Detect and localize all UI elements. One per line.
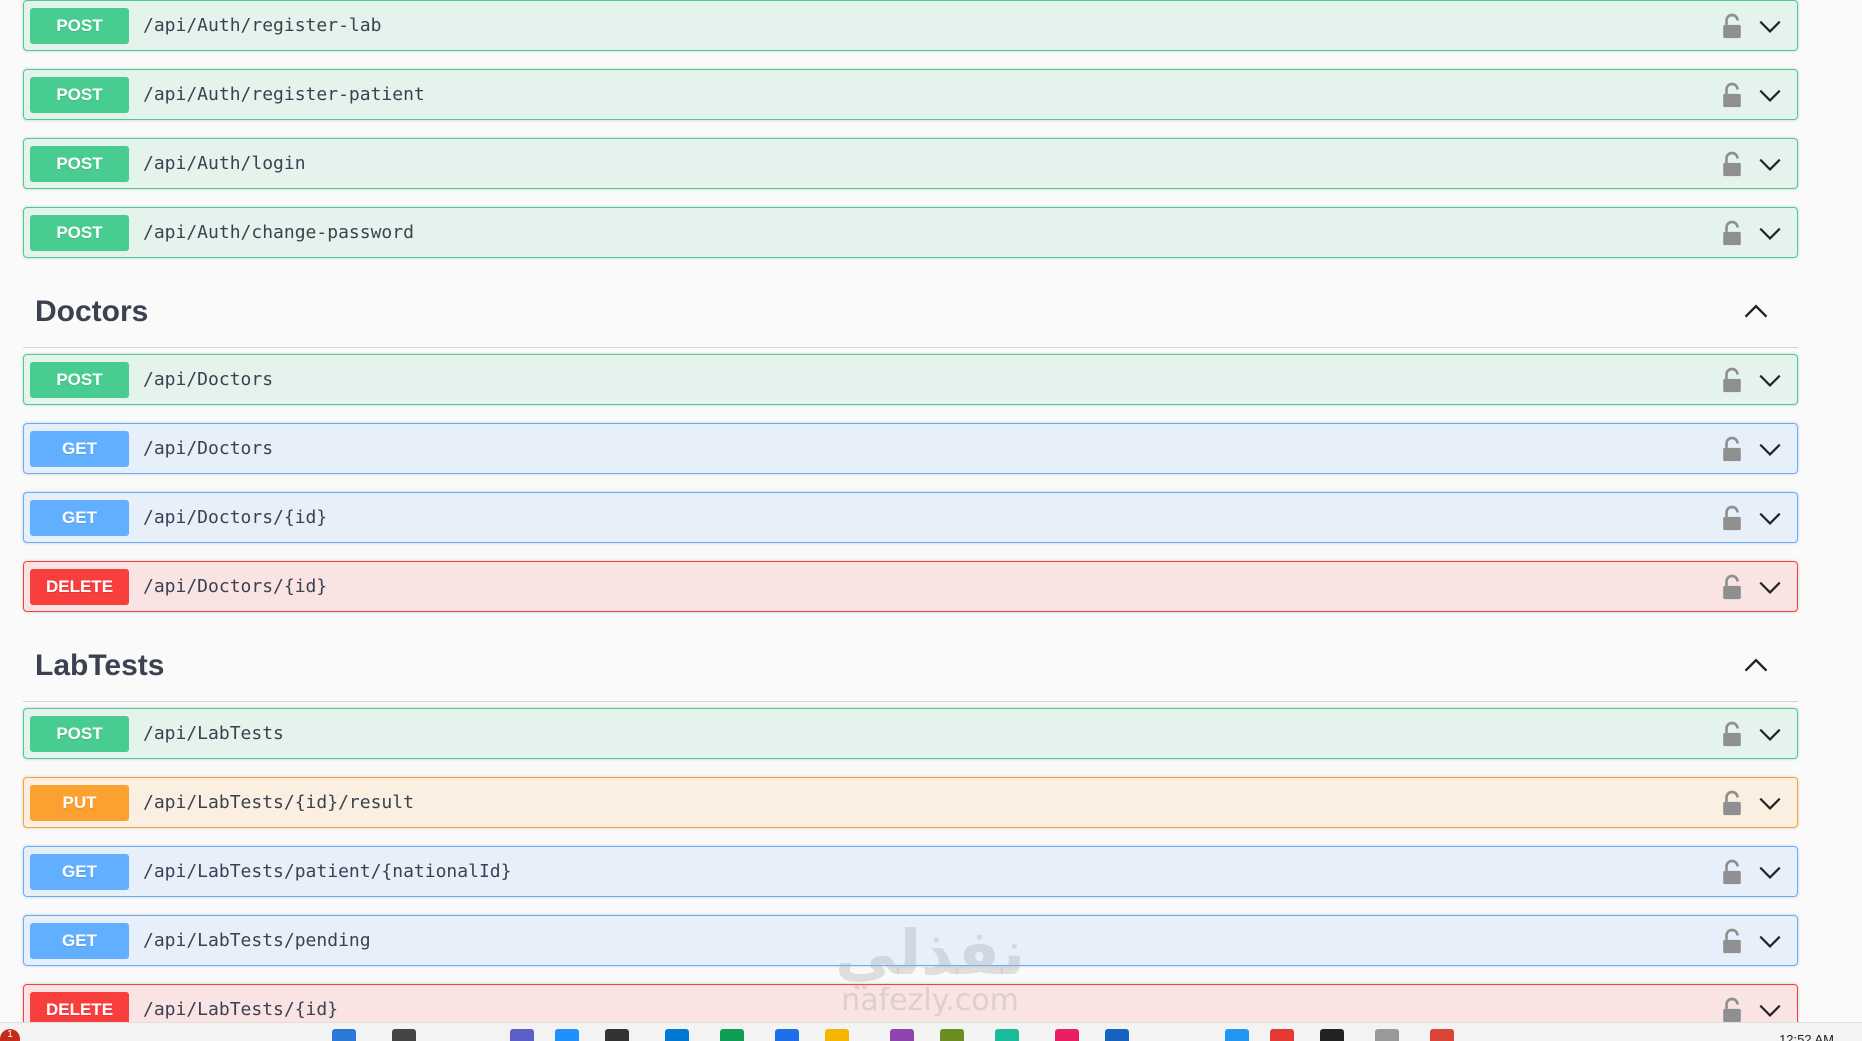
app-icon[interactable] bbox=[1270, 1029, 1294, 1041]
taskbar: 1 12:52 AM bbox=[0, 1022, 1862, 1041]
teams-icon[interactable] bbox=[510, 1029, 534, 1041]
lock-icon[interactable] bbox=[1721, 858, 1743, 886]
operation-row[interactable]: GET/api/LabTests/pending bbox=[23, 915, 1798, 966]
chevron-down-icon[interactable] bbox=[1757, 82, 1783, 108]
method-badge: PUT bbox=[30, 784, 129, 821]
lock-icon[interactable] bbox=[1721, 219, 1743, 247]
app-icon[interactable] bbox=[1375, 1029, 1399, 1041]
terminal-icon[interactable] bbox=[1320, 1029, 1344, 1041]
chevron-up-icon[interactable] bbox=[1742, 652, 1770, 680]
operation-row[interactable]: GET/api/Doctors/{id} bbox=[23, 492, 1798, 543]
outlook-icon[interactable] bbox=[1105, 1029, 1129, 1041]
chevron-down-icon[interactable] bbox=[1757, 721, 1783, 747]
explorer-icon[interactable] bbox=[825, 1029, 849, 1041]
operation-path: /api/Auth/change-password bbox=[143, 222, 414, 243]
method-badge: POST bbox=[30, 145, 129, 182]
lock-icon[interactable] bbox=[1721, 720, 1743, 748]
operation-path: /api/LabTests/patient/{nationalId} bbox=[143, 861, 512, 882]
operation-path: /api/Auth/register-patient bbox=[143, 84, 425, 105]
method-badge: POST bbox=[30, 214, 129, 251]
swagger-page: POST/api/Auth/register-lab POST/api/Auth/… bbox=[0, 0, 1862, 1041]
method-badge: GET bbox=[30, 499, 129, 536]
operation-path: /api/LabTests/{id}/result bbox=[143, 792, 414, 813]
method-badge: POST bbox=[30, 715, 129, 752]
chevron-down-icon[interactable] bbox=[1757, 436, 1783, 462]
chevron-down-icon[interactable] bbox=[1757, 790, 1783, 816]
operation-row[interactable]: POST/api/Auth/change-password bbox=[23, 207, 1798, 258]
lock-icon[interactable] bbox=[1721, 12, 1743, 40]
operation-path: /api/Auth/login bbox=[143, 153, 306, 174]
operation-path: /api/Doctors/{id} bbox=[143, 576, 328, 597]
operation-row[interactable]: PUT/api/LabTests/{id}/result bbox=[23, 777, 1798, 828]
operation-row[interactable]: GET/api/LabTests/patient/{nationalId} bbox=[23, 846, 1798, 897]
chevron-down-icon[interactable] bbox=[1757, 13, 1783, 39]
vscode-icon[interactable] bbox=[1225, 1029, 1249, 1041]
edge-icon[interactable] bbox=[665, 1029, 689, 1041]
search-icon[interactable] bbox=[392, 1029, 416, 1041]
operation-path: /api/Doctors bbox=[143, 369, 274, 390]
operation-row[interactable]: POST/api/Auth/login bbox=[23, 138, 1798, 189]
chevron-down-icon[interactable] bbox=[1757, 997, 1783, 1023]
chevron-down-icon[interactable] bbox=[1757, 151, 1783, 177]
method-badge: POST bbox=[30, 76, 129, 113]
lock-icon[interactable] bbox=[1721, 789, 1743, 817]
start-icon[interactable] bbox=[332, 1029, 356, 1041]
method-badge: GET bbox=[30, 853, 129, 890]
lock-icon[interactable] bbox=[1721, 366, 1743, 394]
chevron-down-icon[interactable] bbox=[1757, 505, 1783, 531]
operation-path: /api/LabTests/pending bbox=[143, 930, 371, 951]
whatsapp-icon[interactable] bbox=[720, 1029, 744, 1041]
store-icon[interactable] bbox=[775, 1029, 799, 1041]
notification-badge[interactable]: 1 bbox=[0, 1029, 20, 1041]
app-icon[interactable] bbox=[995, 1029, 1019, 1041]
app-icon[interactable] bbox=[890, 1029, 914, 1041]
operation-path: /api/Doctors bbox=[143, 438, 274, 459]
taskbar-clock[interactable]: 12:52 AM bbox=[1779, 1032, 1834, 1041]
operations-list: POST/api/Auth/register-lab POST/api/Auth/… bbox=[23, 0, 1798, 1041]
lock-icon[interactable] bbox=[1721, 927, 1743, 955]
operation-path: /api/Doctors/{id} bbox=[143, 507, 328, 528]
method-badge: DELETE bbox=[30, 568, 129, 605]
method-badge: GET bbox=[30, 430, 129, 467]
method-badge: GET bbox=[30, 922, 129, 959]
lock-icon[interactable] bbox=[1721, 573, 1743, 601]
app-icon[interactable] bbox=[605, 1029, 629, 1041]
chevron-up-icon[interactable] bbox=[1742, 298, 1770, 326]
operation-row[interactable]: POST/api/Auth/register-patient bbox=[23, 69, 1798, 120]
tag-header-doctors[interactable]: Doctors bbox=[23, 276, 1798, 348]
operation-row[interactable]: POST/api/Auth/register-lab bbox=[23, 0, 1798, 51]
operation-row[interactable]: POST/api/Doctors bbox=[23, 354, 1798, 405]
chevron-down-icon[interactable] bbox=[1757, 859, 1783, 885]
lock-icon[interactable] bbox=[1721, 81, 1743, 109]
tag-title: LabTests bbox=[35, 648, 165, 682]
lock-icon[interactable] bbox=[1721, 150, 1743, 178]
method-badge: POST bbox=[30, 361, 129, 398]
operation-path: /api/LabTests/{id} bbox=[143, 999, 339, 1020]
lock-icon[interactable] bbox=[1721, 504, 1743, 532]
lock-icon[interactable] bbox=[1721, 435, 1743, 463]
chevron-down-icon[interactable] bbox=[1757, 367, 1783, 393]
method-badge: POST bbox=[30, 7, 129, 44]
app-icon[interactable] bbox=[555, 1029, 579, 1041]
lock-icon[interactable] bbox=[1721, 996, 1743, 1024]
chrome-icon[interactable] bbox=[1430, 1029, 1454, 1041]
tag-header-labtests[interactable]: LabTests bbox=[23, 630, 1798, 702]
operation-row[interactable]: DELETE/api/Doctors/{id} bbox=[23, 561, 1798, 612]
app-icon[interactable] bbox=[940, 1029, 964, 1041]
chevron-down-icon[interactable] bbox=[1757, 220, 1783, 246]
operation-row[interactable]: GET/api/Doctors bbox=[23, 423, 1798, 474]
operation-path: /api/Auth/register-lab bbox=[143, 15, 382, 36]
chevron-down-icon[interactable] bbox=[1757, 928, 1783, 954]
chevron-down-icon[interactable] bbox=[1757, 574, 1783, 600]
app-icon[interactable] bbox=[1055, 1029, 1079, 1041]
operation-row[interactable]: POST/api/LabTests bbox=[23, 708, 1798, 759]
tag-title: Doctors bbox=[35, 294, 149, 328]
operation-path: /api/LabTests bbox=[143, 723, 284, 744]
